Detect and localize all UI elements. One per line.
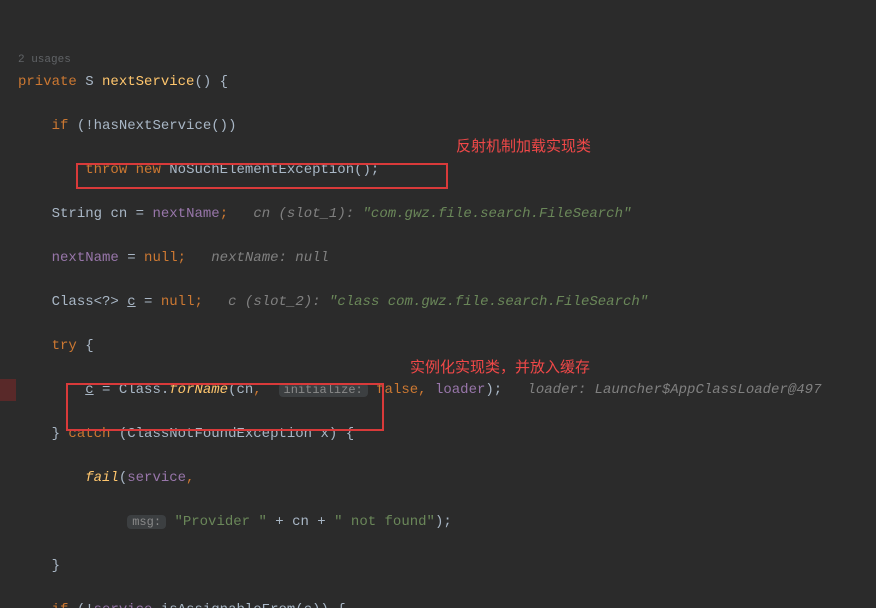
code-line[interactable]: if (!service.isAssignableFrom(c)) { [0, 599, 876, 608]
code-line[interactable]: try { [0, 335, 876, 357]
param-hint-msg: msg: [127, 515, 166, 529]
code-line[interactable]: if (!hasNextService()) [0, 115, 876, 137]
code-line[interactable]: Class<?> c = null; c (slot_2): "class co… [0, 291, 876, 313]
code-line[interactable]: fail(service, [0, 467, 876, 489]
return-type: S [85, 74, 93, 90]
param-hint-initialize: initialize: [279, 383, 368, 397]
code-line[interactable]: String cn = nextName; cn (slot_1): "com.… [0, 203, 876, 225]
code-line[interactable]: throw new NoSuchElementException(); [0, 159, 876, 181]
keyword-private: private [18, 74, 77, 90]
method-name: nextService [102, 74, 194, 90]
code-line[interactable]: c = Class.forName(cn, initialize: false,… [0, 379, 876, 401]
usages-hint: 2 usages [0, 54, 71, 66]
annotation-text-1: 反射机制加载实现类 [456, 136, 591, 158]
keyword-if: if [52, 118, 69, 134]
text: () { [194, 74, 228, 90]
code-line[interactable]: private S nextService() { [0, 71, 876, 93]
code-editor[interactable]: 2 usages private S nextService() { if (!… [0, 0, 876, 608]
code-line[interactable]: } [0, 555, 876, 577]
annotation-text-2: 实例化实现类，并放入缓存 [410, 357, 590, 379]
code-line[interactable]: msg: "Provider " + cn + " not found"); [0, 511, 876, 533]
code-line[interactable]: } catch (ClassNotFoundException x) { [0, 423, 876, 445]
code-line[interactable]: nextName = null; nextName: null [0, 247, 876, 269]
